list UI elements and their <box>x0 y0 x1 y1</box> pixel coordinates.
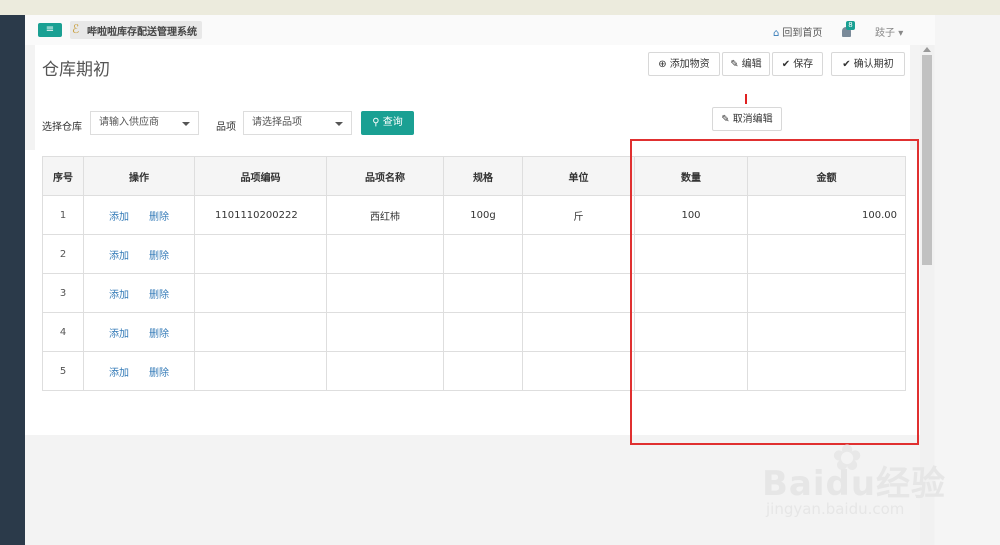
save-label: 保存 <box>793 59 814 70</box>
home-link[interactable]: ⌂ 回到首页 <box>773 24 822 39</box>
row-code[interactable] <box>194 351 327 391</box>
top-strip <box>0 0 1000 15</box>
home-label: 回到首页 <box>782 28 823 39</box>
top-header: ≡ ℰ 哔啦啦库存配送管理系统 ⌂ 回到首页 8 跂子 ▾ <box>25 15 935 45</box>
item-select[interactable]: 请选择品项 <box>243 111 352 135</box>
edit-label: 编辑 <box>741 59 762 70</box>
save-button[interactable]: ✔ 保存 <box>772 52 823 76</box>
row-add-link[interactable]: 添加 <box>109 329 129 340</box>
row-unit[interactable]: 斤 <box>522 195 635 235</box>
col-header-code: 品项编码 <box>194 156 327 196</box>
row-name[interactable] <box>326 234 444 274</box>
row-spec[interactable] <box>443 234 523 274</box>
row-spec[interactable] <box>443 273 523 313</box>
query-label: 查询 <box>382 117 403 128</box>
row-actions: 添加 删除 <box>83 312 195 352</box>
item-placeholder: 请选择品项 <box>252 117 302 128</box>
warehouse-select[interactable]: 请输入供应商 <box>90 111 199 135</box>
row-actions: 添加 删除 <box>83 195 195 235</box>
col-header-index: 序号 <box>42 156 84 196</box>
left-sidebar <box>0 15 25 545</box>
row-add-link[interactable]: 添加 <box>109 290 129 301</box>
system-logo: ℰ 哔啦啦库存配送管理系统 <box>70 21 202 39</box>
row-index: 5 <box>42 351 84 391</box>
notification-bell[interactable]: 8 <box>840 21 856 39</box>
row-delete-link[interactable]: 删除 <box>149 329 169 340</box>
col-header-name: 品项名称 <box>326 156 444 196</box>
row-add-link[interactable]: 添加 <box>109 251 129 262</box>
row-name[interactable] <box>326 351 444 391</box>
row-add-link[interactable]: 添加 <box>109 212 129 223</box>
plus-circle-icon: ⊕ <box>658 59 667 70</box>
notification-badge: 8 <box>846 21 855 30</box>
caret-down-icon <box>335 122 343 126</box>
row-spec[interactable] <box>443 312 523 352</box>
warehouse-placeholder: 请输入供应商 <box>99 117 159 128</box>
row-spec[interactable]: 100g <box>443 195 523 235</box>
watermark: ✿ Baidu经验 jingyan.baidu.com <box>762 438 952 528</box>
caret-down-icon <box>182 122 190 126</box>
row-spec[interactable] <box>443 351 523 391</box>
row-add-link[interactable]: 添加 <box>109 368 129 379</box>
row-index: 3 <box>42 273 84 313</box>
add-material-label: 添加物资 <box>669 59 710 70</box>
row-unit[interactable] <box>522 273 635 313</box>
row-code[interactable]: 1101110200222 <box>194 195 327 235</box>
row-index: 4 <box>42 312 84 352</box>
pencil-icon: ✎ <box>721 114 730 125</box>
cancel-edit-button[interactable]: ✎ 取消编辑 <box>712 107 782 131</box>
watermark-url: jingyan.baidu.com <box>766 500 905 518</box>
row-unit[interactable] <box>522 351 635 391</box>
col-header-unit: 单位 <box>522 156 635 196</box>
home-icon: ⌂ <box>773 28 780 39</box>
system-title: 哔啦啦库存配送管理系统 <box>87 27 197 38</box>
confirm-opening-button[interactable]: ✔ 确认期初 <box>831 52 905 76</box>
row-index: 2 <box>42 234 84 274</box>
row-code[interactable] <box>194 312 327 352</box>
menu-toggle-button[interactable]: ≡ <box>38 23 62 37</box>
row-code[interactable] <box>194 273 327 313</box>
row-name[interactable] <box>326 312 444 352</box>
logo-icon: ℰ <box>72 22 80 36</box>
chevron-down-icon: ▾ <box>898 28 904 39</box>
row-name[interactable] <box>326 273 444 313</box>
edit-button[interactable]: ✎ 编辑 <box>722 52 770 76</box>
scroll-up-arrow-icon[interactable] <box>923 47 931 52</box>
check-icon: ✔ <box>781 59 791 70</box>
annotation-highlight-box <box>630 139 919 445</box>
watermark-brand: Baidu经验 <box>762 464 947 504</box>
user-name: 跂子 <box>875 28 895 39</box>
scrollbar-thumb[interactable] <box>922 55 932 265</box>
row-delete-link[interactable]: 删除 <box>149 212 169 223</box>
row-actions: 添加 删除 <box>83 273 195 313</box>
item-label: 品项 <box>216 122 236 133</box>
row-index: 1 <box>42 195 84 235</box>
col-header-spec: 规格 <box>443 156 523 196</box>
confirm-opening-label: 确认期初 <box>853 59 894 70</box>
row-actions: 添加 删除 <box>83 234 195 274</box>
search-icon: ⚲ <box>372 117 380 128</box>
page-title: 仓库期初 <box>42 60 110 80</box>
row-delete-link[interactable]: 删除 <box>149 290 169 301</box>
row-code[interactable] <box>194 234 327 274</box>
add-material-button[interactable]: ⊕ 添加物资 <box>648 52 720 76</box>
warehouse-label: 选择仓库 <box>42 122 82 133</box>
user-menu[interactable]: 跂子 ▾ <box>875 24 903 39</box>
query-button[interactable]: ⚲ 查询 <box>361 111 414 135</box>
row-name[interactable]: 西红柿 <box>326 195 444 235</box>
bars-icon: ≡ <box>45 24 55 35</box>
check-icon: ✔ <box>842 59 851 70</box>
row-delete-link[interactable]: 删除 <box>149 251 169 262</box>
row-actions: 添加 删除 <box>83 351 195 391</box>
red-marker <box>745 94 747 104</box>
filter-panel: 仓库期初 ⊕ 添加物资 ✎ 编辑 ✔ 保存 ✔ 确认期初 ✎ 取消编辑 选择仓库 请输入供… <box>35 45 910 150</box>
row-delete-link[interactable]: 删除 <box>149 368 169 379</box>
cancel-edit-label: 取消编辑 <box>732 114 773 125</box>
row-unit[interactable] <box>522 312 635 352</box>
row-unit[interactable] <box>522 234 635 274</box>
col-header-action: 操作 <box>83 156 195 196</box>
pencil-icon: ✎ <box>730 59 739 70</box>
